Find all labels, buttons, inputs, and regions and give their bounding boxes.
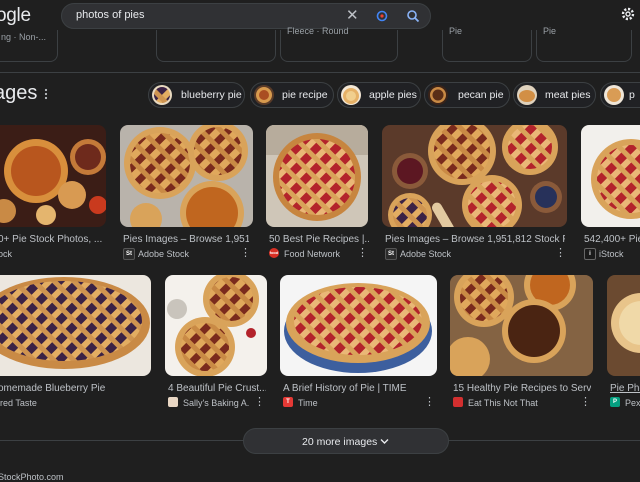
chip-label: apple pies: [369, 89, 417, 101]
chip-thumbnail: [341, 85, 361, 105]
more-vert-icon[interactable]: ⋮: [254, 397, 265, 408]
image-title[interactable]: 0+ Pie Stock Photos, ...: [0, 234, 104, 245]
related-card-label: ng · Non-...: [1, 32, 47, 42]
related-card-label: Fleece · Round: [287, 26, 349, 36]
source-favicon: [453, 397, 463, 407]
source-favicon: T: [283, 397, 293, 407]
more-vert-icon[interactable]: ⋮: [555, 248, 566, 259]
image-title[interactable]: 4 Beautiful Pie Crust...: [168, 383, 266, 394]
more-vert-icon[interactable]: ⋮: [424, 397, 435, 408]
image-title[interactable]: 50 Best Pie Recipes |...: [269, 234, 369, 245]
source-favicon: St: [385, 248, 397, 260]
image-source[interactable]: Pexe: [625, 398, 640, 408]
more-images-label: 20 more images: [302, 436, 378, 448]
images-section-title: ages: [0, 82, 38, 104]
image-thumbnail[interactable]: [0, 275, 151, 376]
image-title[interactable]: omemade Blueberry Pie: [0, 383, 148, 394]
more-images-button[interactable]: 20 more images: [243, 428, 449, 454]
image-thumbnail[interactable]: [607, 275, 640, 376]
image-title[interactable]: Pie Pho: [610, 383, 640, 394]
chip-pie-recipe[interactable]: pie recipe: [250, 82, 334, 108]
chip-label: pie recipe: [282, 89, 328, 101]
more-vert-icon[interactable]: ⋮: [357, 248, 368, 259]
google-logo[interactable]: ogle: [0, 5, 31, 27]
chip-apple-pies[interactable]: apple pies: [337, 82, 421, 108]
source-favicon: [168, 397, 178, 407]
google-lens-icon[interactable]: [376, 10, 388, 22]
chip-label: pecan pie: [458, 89, 504, 101]
search-icon[interactable]: [406, 9, 420, 23]
image-thumbnail[interactable]: [120, 125, 253, 227]
image-source[interactable]: Adobe Stock: [138, 249, 189, 259]
related-card-label: Pie: [543, 26, 557, 36]
source-favicon: St: [123, 248, 135, 260]
image-title[interactable]: A Brief History of Pie | TIME: [283, 383, 433, 394]
section-divider: [0, 72, 640, 73]
image-thumbnail[interactable]: [0, 125, 106, 227]
related-card[interactable]: Pie: [536, 26, 632, 62]
image-source[interactable]: Eat This Not That: [468, 398, 538, 408]
chip-thumbnail: [604, 85, 624, 105]
related-card[interactable]: [156, 30, 276, 62]
image-thumbnail[interactable]: [165, 275, 267, 376]
search-box[interactable]: photos of pies ✕: [61, 3, 431, 29]
image-thumbnail[interactable]: [450, 275, 593, 376]
more-vert-icon[interactable]: ⋮: [580, 397, 591, 408]
image-source[interactable]: iStock: [599, 249, 624, 259]
search-input[interactable]: photos of pies: [76, 9, 145, 21]
source-favicon: P: [610, 397, 620, 407]
chip-thumbnail: [517, 85, 537, 105]
close-icon[interactable]: ✕: [346, 6, 359, 24]
related-card[interactable]: ng · Non-...: [0, 30, 58, 62]
image-thumbnail[interactable]: [280, 275, 437, 376]
image-source[interactable]: Adobe Stock: [400, 249, 451, 259]
image-title[interactable]: Pies Images – Browse 1,951,...: [123, 234, 249, 245]
related-card-label: Pie: [449, 26, 463, 36]
chip-label: meat pies: [545, 89, 591, 101]
image-title[interactable]: Pies Images – Browse 1,951,812 Stock Ph.…: [385, 234, 565, 245]
image-source[interactable]: Sally's Baking A...: [183, 398, 249, 408]
footer-link[interactable]: StockPhoto.com: [0, 472, 64, 482]
related-card[interactable]: Fleece · Round: [280, 26, 398, 62]
source-favicon: i: [584, 248, 596, 260]
chip-next[interactable]: p: [600, 82, 640, 108]
chip-blueberry-pie[interactable]: blueberry pie: [148, 82, 245, 108]
image-source[interactable]: Food Network: [284, 249, 340, 259]
chip-thumbnail: [428, 85, 448, 105]
chip-thumbnail: [254, 85, 274, 105]
chip-pecan-pie[interactable]: pecan pie: [424, 82, 510, 108]
image-title[interactable]: 15 Healthy Pie Recipes to Serv...: [453, 383, 591, 394]
chip-label: p: [629, 89, 635, 101]
related-card[interactable]: Pie: [442, 26, 532, 62]
more-vert-icon[interactable]: [44, 88, 48, 100]
image-source[interactable]: ock: [0, 249, 12, 259]
chip-thumbnail: [152, 85, 172, 105]
source-favicon: food: [269, 248, 279, 258]
image-source[interactable]: Time: [298, 398, 318, 408]
image-thumbnail[interactable]: [266, 125, 368, 227]
image-title[interactable]: 542,400+ Pie: [584, 234, 640, 245]
image-source[interactable]: ired Taste: [0, 398, 37, 408]
chip-meat-pies[interactable]: meat pies: [513, 82, 596, 108]
more-vert-icon[interactable]: ⋮: [240, 248, 251, 259]
chip-label: blueberry pie: [181, 89, 242, 101]
image-thumbnail[interactable]: [581, 125, 640, 227]
gear-icon[interactable]: [620, 6, 636, 22]
chevron-down-icon: [380, 439, 389, 444]
image-thumbnail[interactable]: [382, 125, 567, 227]
